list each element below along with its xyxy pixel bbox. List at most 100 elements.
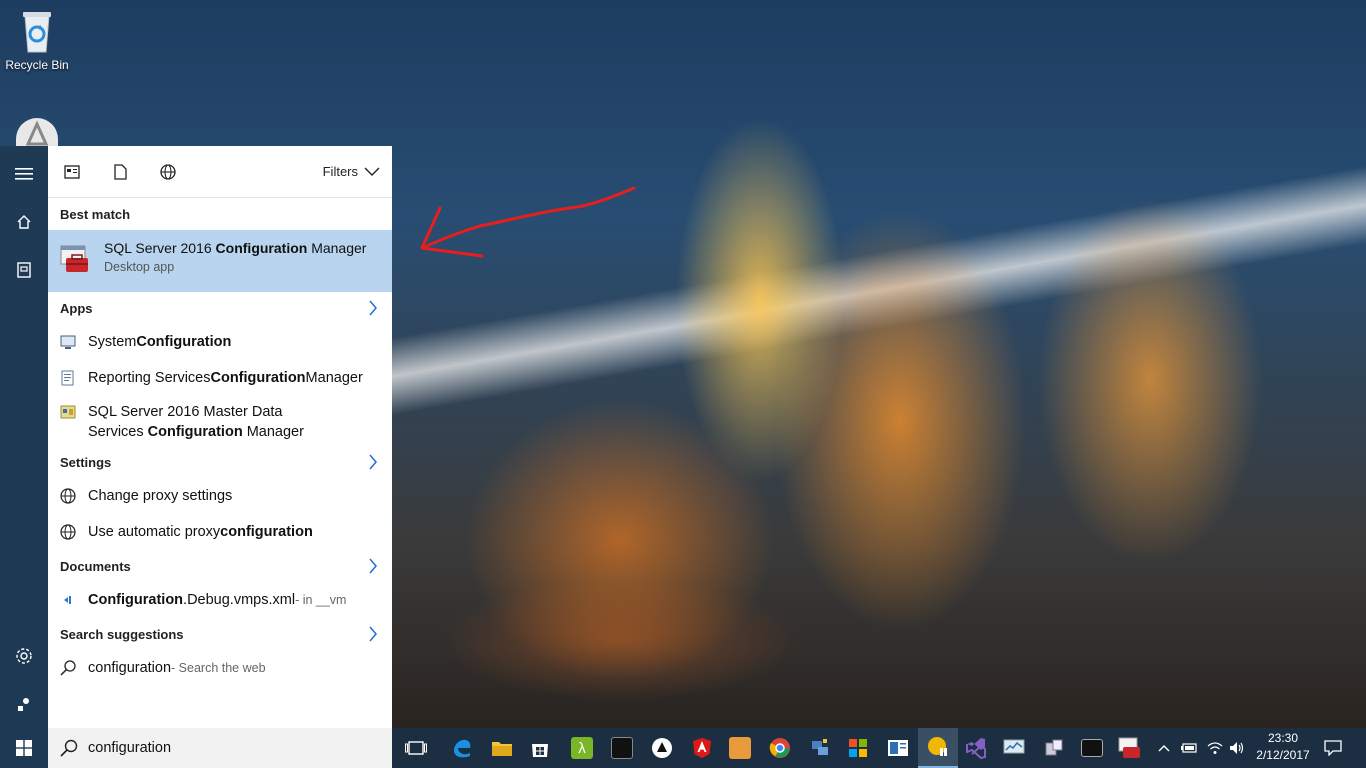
app-result-reporting-services[interactable]: Reporting Services Configuration Manager <box>48 360 392 396</box>
result-match-text: Configuration <box>88 592 184 608</box>
apps-header[interactable]: Apps <box>48 292 392 324</box>
edge-icon <box>454 739 471 758</box>
show-hidden-icons-button[interactable] <box>1154 728 1174 768</box>
best-match-title: SQL Server 2016 Configuration Manager <box>104 240 392 256</box>
taskbar-app-console[interactable] <box>602 728 642 768</box>
section-title: Best match <box>60 206 131 222</box>
result-text: configuration <box>88 660 172 676</box>
web-suggestion-result[interactable]: configuration - Search the web <box>48 650 392 686</box>
console-icon <box>611 737 633 759</box>
action-center-button[interactable] <box>1320 728 1346 768</box>
taskbar-app-file-explorer[interactable] <box>482 728 522 768</box>
result-location: - in __vm <box>295 593 347 607</box>
filters-label: Filters <box>322 164 358 179</box>
best-match-result[interactable]: SQL Server 2016 Configuration Manager De… <box>48 230 392 292</box>
result-hint: - Search the web <box>171 661 266 675</box>
task-view-button[interactable] <box>396 728 436 768</box>
home-button[interactable] <box>0 202 48 242</box>
start-button[interactable] <box>0 728 48 768</box>
taskbar-app-active[interactable] <box>918 728 958 768</box>
feedback-icon <box>18 698 29 711</box>
clock-date: 2/12/2017 <box>1256 748 1310 762</box>
desktop-icon-recycle-bin[interactable]: Recycle Bin <box>4 6 70 72</box>
taskbar-app-perf-monitor[interactable] <box>994 728 1034 768</box>
taskbar-app-visual-studio[interactable] <box>956 728 996 768</box>
taskbar-app-inkscape[interactable] <box>642 728 682 768</box>
reader-icon <box>888 740 908 756</box>
command-prompt-icon <box>1081 739 1103 757</box>
monitor-icon <box>60 335 76 349</box>
search-suggestions-header[interactable]: Search suggestions <box>48 618 392 650</box>
section-title: Apps <box>60 300 93 316</box>
section-title: Settings <box>60 454 112 470</box>
result-text: Services <box>88 424 148 440</box>
wifi-status[interactable] <box>1204 728 1226 768</box>
feedback-button[interactable] <box>0 684 48 724</box>
settings-icon <box>16 648 32 664</box>
recycle-bin-icon <box>19 6 55 54</box>
document-result[interactable]: Configuration .Debug.vmps.xml - in __vm <box>48 582 392 618</box>
taskbar-app-chrome[interactable] <box>760 728 800 768</box>
taskbar-app-tool[interactable] <box>720 728 760 768</box>
windows-logo-icon <box>16 740 32 756</box>
battery-status[interactable] <box>1178 728 1200 768</box>
setting-result-automatic-proxy[interactable]: Use automatic proxy configuration <box>48 514 392 550</box>
filters-button[interactable]: Filters <box>323 164 380 179</box>
result-match-text: Configuration <box>147 424 243 440</box>
taskbar-app-network[interactable] <box>800 728 840 768</box>
web-filter-button[interactable] <box>158 162 178 182</box>
chevron-right-icon <box>369 300 377 316</box>
hamburger-menu-button[interactable] <box>0 154 48 194</box>
chevron-right-icon <box>369 626 377 642</box>
search-input[interactable] <box>88 740 368 756</box>
best-match-subtitle: Desktop app <box>104 260 175 274</box>
windows-flag-icon <box>849 739 867 757</box>
settings-header[interactable]: Settings <box>48 446 392 478</box>
result-text: Reporting Services <box>88 370 211 386</box>
search-box[interactable] <box>48 728 392 768</box>
report-icon <box>61 370 74 386</box>
setting-result-change-proxy[interactable]: Change proxy settings <box>48 478 392 514</box>
taskbar-app-store[interactable] <box>520 728 560 768</box>
chevron-down-icon <box>364 167 380 176</box>
volume-control[interactable] <box>1226 728 1248 768</box>
globe-icon <box>60 524 76 540</box>
speaker-icon <box>1230 742 1244 754</box>
result-text: Change proxy settings <box>88 488 233 504</box>
globe-icon <box>60 488 76 504</box>
taskbar-app-angular[interactable] <box>682 728 722 768</box>
section-title: Documents <box>60 558 131 574</box>
taskbar-app-edge[interactable] <box>442 728 482 768</box>
taskbar-app-windows[interactable] <box>838 728 878 768</box>
taskbar-app-lambda[interactable]: λ <box>562 728 602 768</box>
taskbar-app-command-prompt[interactable] <box>1072 728 1112 768</box>
chevron-up-icon <box>1158 745 1170 752</box>
menu-icon <box>15 168 33 180</box>
notebook-icon <box>17 262 31 278</box>
section-title: Search suggestions <box>60 626 184 642</box>
start-menu-rail <box>0 146 48 728</box>
settings-button[interactable] <box>0 636 48 676</box>
taskbar-app-sql-config[interactable] <box>1110 728 1150 768</box>
documents-header[interactable]: Documents <box>48 550 392 582</box>
toolbox-icon <box>60 244 90 274</box>
documents-filter-button[interactable] <box>110 162 130 182</box>
wifi-icon <box>1207 742 1223 754</box>
taskbar-app-server[interactable] <box>1034 728 1074 768</box>
title-text: Manager <box>307 240 367 256</box>
chevron-right-icon <box>369 454 377 470</box>
app-result-system-configuration[interactable]: System Configuration <box>48 324 392 360</box>
result-match-text: Configuration <box>210 370 306 386</box>
annotation-arrow <box>420 186 636 258</box>
home-icon <box>17 215 31 229</box>
taskbar-app-reader[interactable] <box>878 728 918 768</box>
lambda-icon: λ <box>571 737 593 759</box>
master-data-icon <box>60 405 76 419</box>
apps-filter-button[interactable] <box>62 162 82 182</box>
system-clock[interactable]: 23:30 2/12/2017 <box>1250 730 1316 764</box>
toolbox-icon <box>1118 737 1140 758</box>
folder-icon <box>492 742 512 756</box>
notebook-button[interactable] <box>0 250 48 290</box>
app-result-master-data-services[interactable]: SQL Server 2016 Master Data Services Con… <box>48 396 392 446</box>
task-view-icon <box>405 741 427 755</box>
